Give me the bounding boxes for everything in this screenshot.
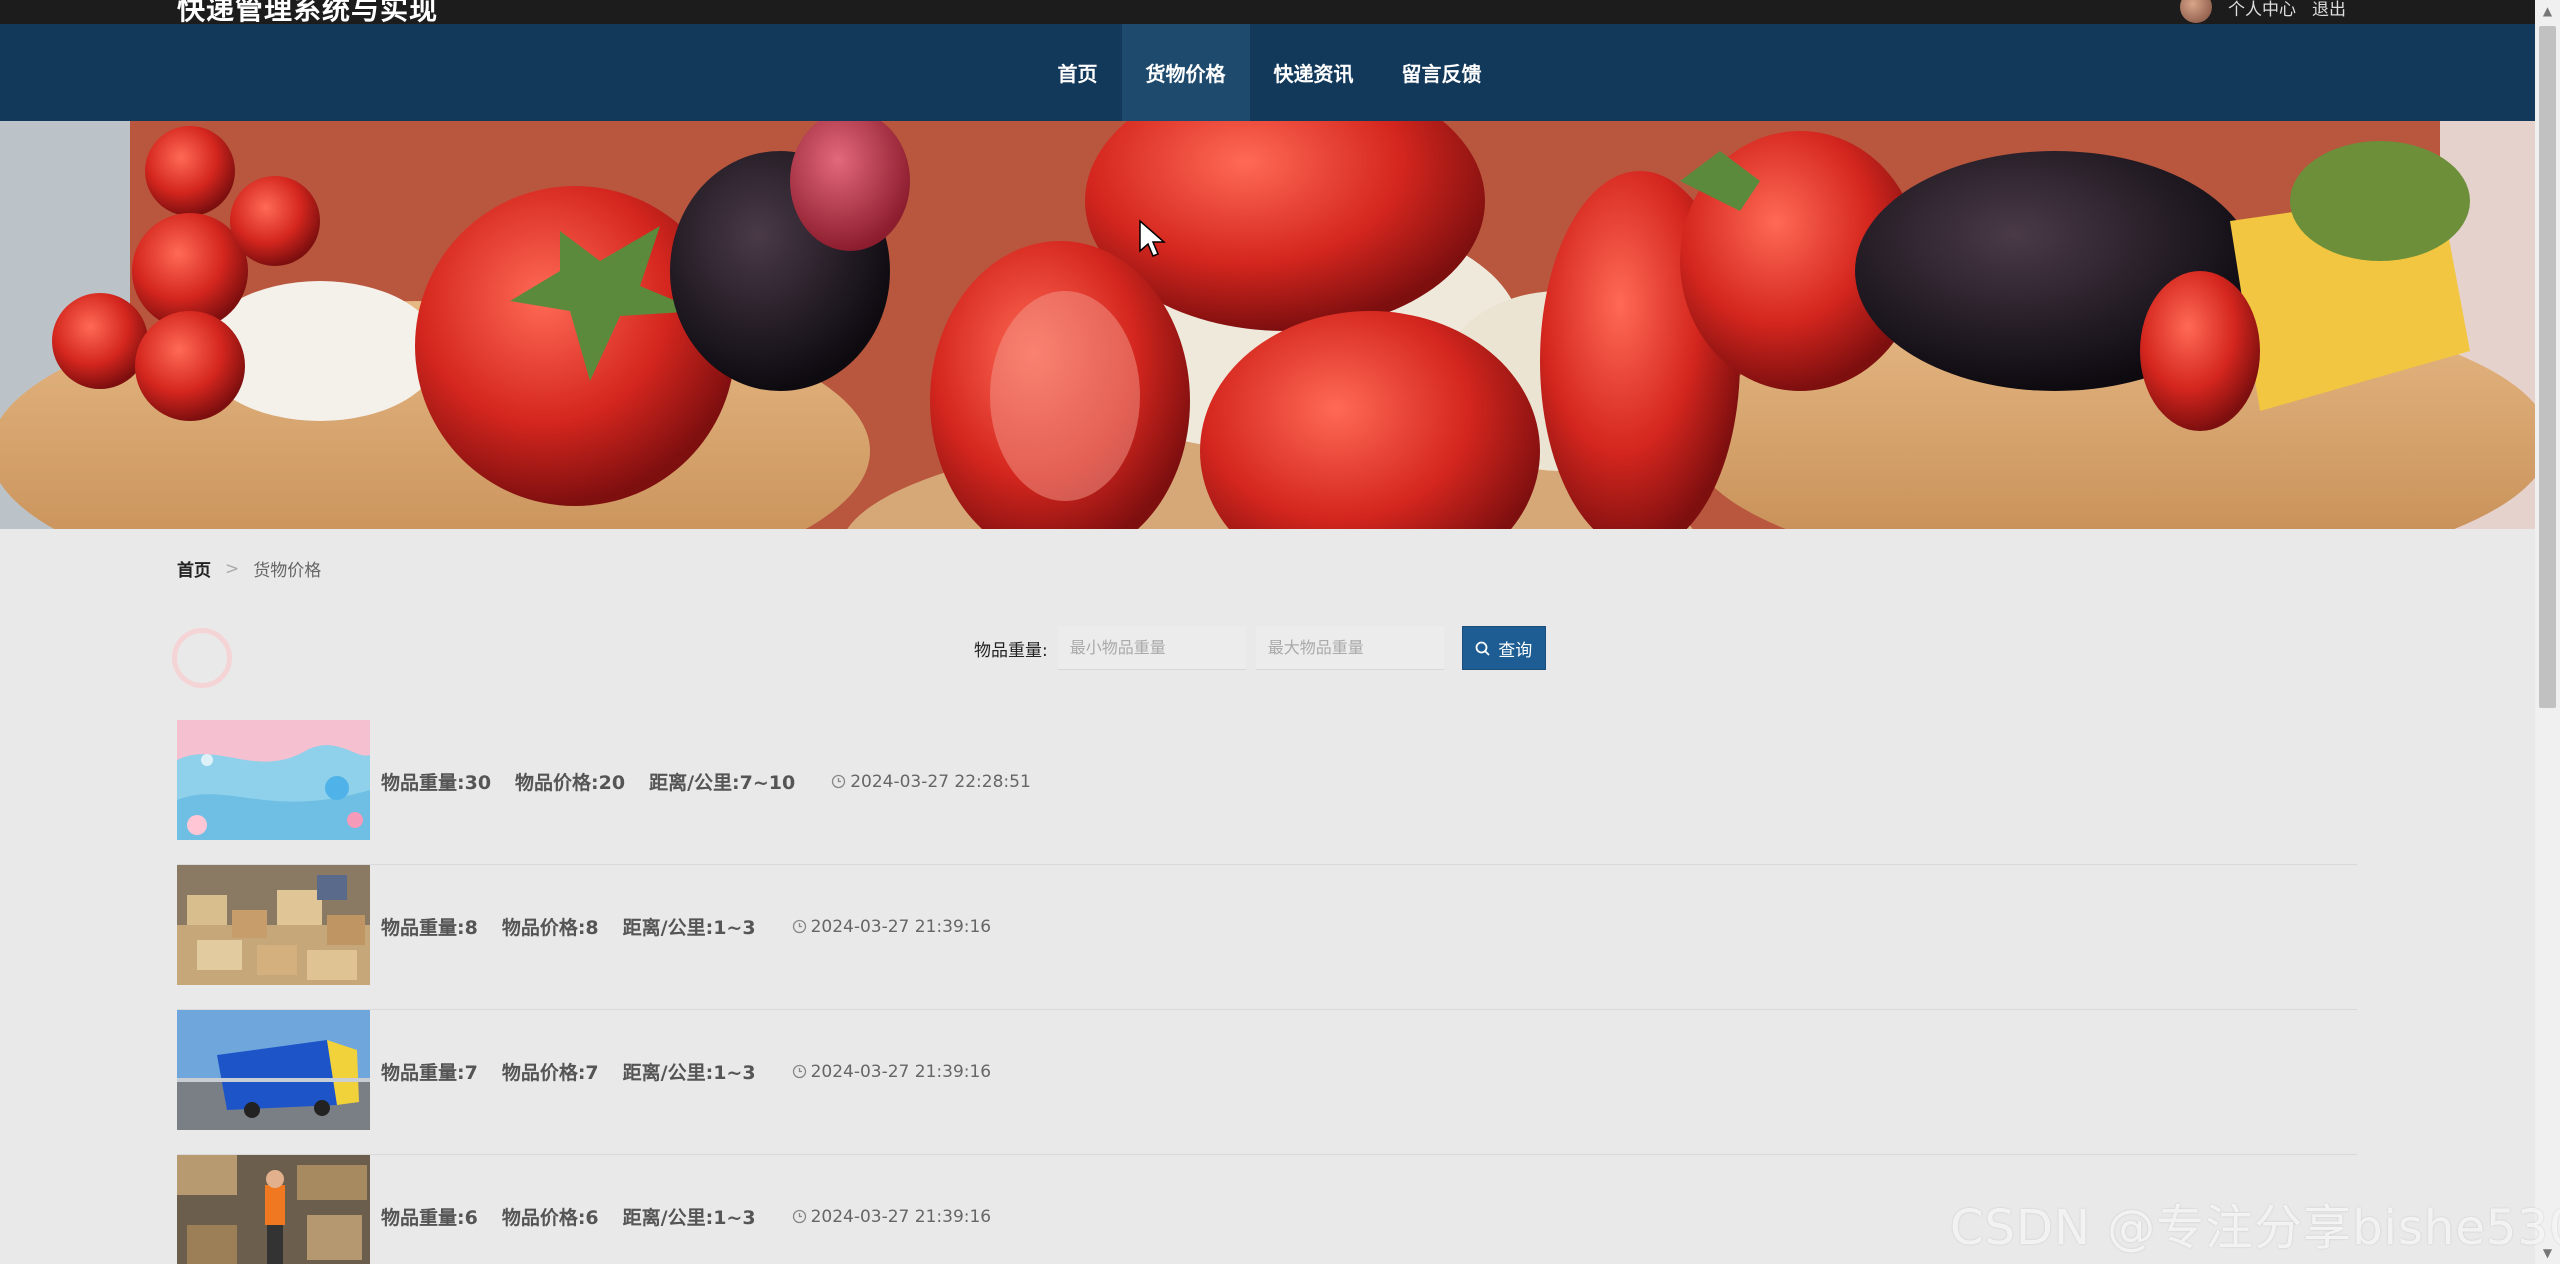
breadcrumb: 首页 > 货物价格 [177,556,322,582]
watermark: CSDN @专注分享bishe530 [1950,1200,2560,1256]
item-meta: 物品重量:7 物品价格:7 距离/公里:1~3 2024-03-27 21:39… [381,1058,991,1085]
nav-item-home[interactable]: 首页 [1034,24,1122,121]
item-time-text: 2024-03-27 22:28:51 [850,771,1031,792]
item-thumbnail[interactable] [177,720,370,840]
item-time-text: 2024-03-27 21:39:16 [810,1061,992,1082]
item-time-text: 2024-03-27 21:39:16 [810,1206,992,1227]
list-item[interactable]: 物品重量:8 物品价格:8 距离/公里:1~3 2024-03-27 21:39… [177,865,2357,1010]
search-form: 物品重量: 查询 [974,626,1546,670]
item-thumbnail[interactable] [177,865,370,985]
thumbnail-image [177,865,370,985]
item-time: 2024-03-27 22:28:51 [831,772,1031,792]
user-avatar[interactable] [2180,0,2212,23]
item-weight: 物品重量:30 [381,772,492,794]
list-item[interactable]: 物品重量:30 物品价格:20 距离/公里:7~10 2024-03-27 22… [177,720,2357,865]
breadcrumb-current: 货物价格 [253,561,322,581]
clock-icon [792,1209,806,1224]
item-distance: 距离/公里:1~3 [622,1062,756,1084]
scroll-up-arrow-icon[interactable]: ▲ [2535,0,2560,22]
item-price: 物品价格:20 [515,772,626,794]
loading-spinner-icon [172,628,232,688]
user-center-link[interactable]: 个人中心 [2228,0,2296,20]
item-price: 物品价格:6 [501,1207,599,1229]
item-meta: 物品重量:8 物品价格:8 距离/公里:1~3 2024-03-27 21:39… [381,913,991,940]
top-bar: 快递管理系统与实现 个人中心 退出 [0,0,2535,26]
price-list: 物品重量:30 物品价格:20 距离/公里:7~10 2024-03-27 22… [177,720,2357,1264]
mouse-cursor-icon [1139,219,1166,257]
clock-icon [792,1064,806,1079]
thumbnail-image [177,1010,370,1130]
item-time-text: 2024-03-27 21:39:16 [810,916,992,937]
item-time: 2024-03-27 21:39:16 [792,1206,992,1227]
list-item[interactable]: 物品重量:7 物品价格:7 距离/公里:1~3 2024-03-27 21:39… [177,1010,2357,1155]
search-button-label: 查询 [1498,640,1533,661]
item-meta: 物品重量:30 物品价格:20 距离/公里:7~10 2024-03-27 22… [381,768,1031,795]
item-time: 2024-03-27 21:39:16 [792,916,992,937]
main-nav: 首页 货物价格 快递资讯 留言反馈 [0,24,2535,121]
clock-icon [792,919,806,934]
item-distance: 距离/公里:7~10 [649,772,796,794]
item-meta: 物品重量:6 物品价格:6 距离/公里:1~3 2024-03-27 21:39… [381,1203,991,1230]
min-weight-input[interactable] [1057,626,1246,670]
scrollbar-thumb[interactable] [2539,26,2556,708]
item-thumbnail[interactable] [177,1155,370,1264]
item-distance: 距离/公里:1~3 [622,1207,756,1229]
nav-item-feedback[interactable]: 留言反馈 [1378,24,1506,121]
nav-item-goods-price[interactable]: 货物价格 [1121,24,1250,121]
nav-item-express-news[interactable]: 快递资讯 [1250,24,1378,121]
clock-icon [832,774,846,789]
item-weight: 物品重量:6 [381,1207,478,1229]
search-icon [1475,641,1490,656]
page-scrollbar[interactable]: ▲ ▼ [2535,0,2560,1264]
item-weight: 物品重量:8 [381,917,478,939]
logout-link[interactable]: 退出 [2312,0,2346,20]
thumbnail-image [177,1155,370,1264]
item-time: 2024-03-27 21:39:16 [792,1061,992,1082]
item-weight: 物品重量:7 [381,1062,478,1084]
item-price: 物品价格:7 [501,1062,599,1084]
user-area: 个人中心 退出 [2180,0,2346,23]
banner-image [0,121,2535,529]
banner-carousel[interactable] [0,121,2535,529]
item-thumbnail[interactable] [177,1010,370,1130]
search-button[interactable]: 查询 [1461,626,1546,670]
item-price: 物品价格:8 [501,917,599,939]
search-label: 物品重量: [974,640,1048,661]
item-distance: 距离/公里:1~3 [622,917,756,939]
max-weight-input[interactable] [1255,626,1444,670]
thumbnail-image [177,720,370,840]
breadcrumb-separator: > [225,558,240,579]
breadcrumb-home[interactable]: 首页 [177,556,211,581]
